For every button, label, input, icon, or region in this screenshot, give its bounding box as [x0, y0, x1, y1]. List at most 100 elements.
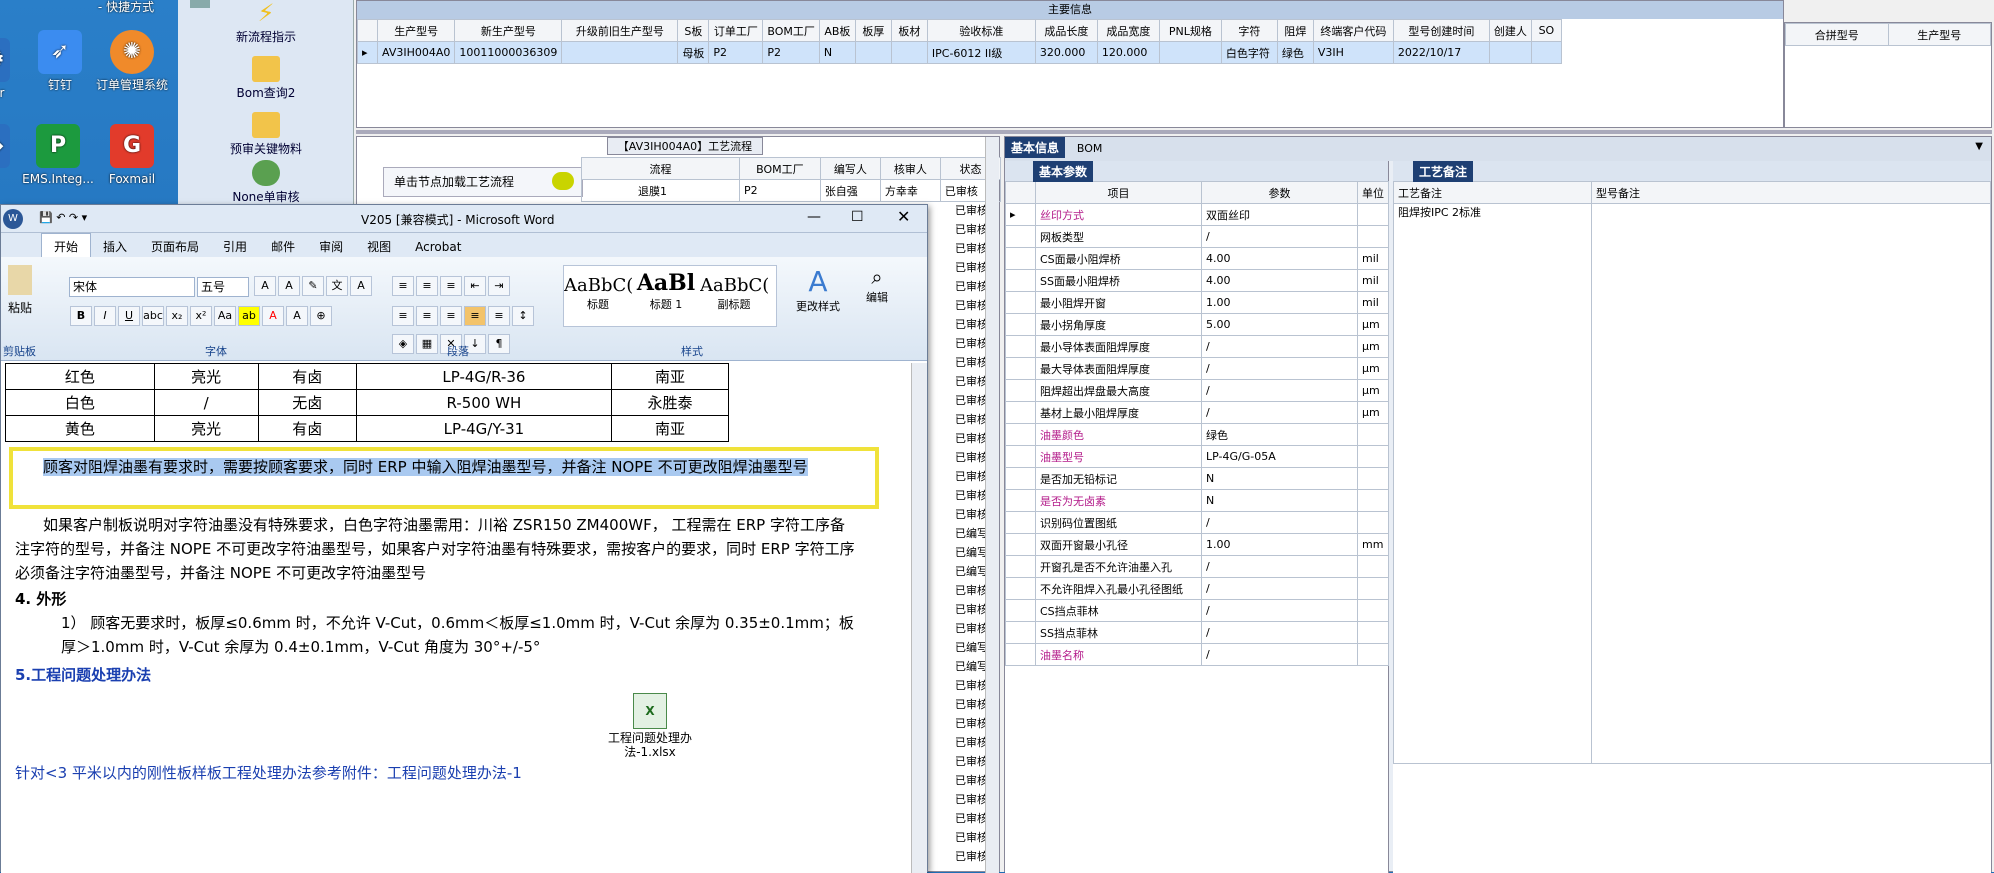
- param-value[interactable]: /: [1201, 379, 1358, 402]
- param-value[interactable]: 1.00: [1201, 291, 1358, 314]
- ribbon-tab[interactable]: 邮件: [259, 234, 307, 259]
- column-header[interactable]: 板厚: [854, 19, 892, 42]
- table-row[interactable]: 是否为无卤素 N: [1005, 489, 1389, 512]
- ribbon-tab[interactable]: Acrobat: [403, 236, 473, 258]
- table-row[interactable]: 最小拐角厚度 5.00 μm: [1005, 313, 1389, 336]
- style-item[interactable]: AaBbC(标题: [564, 271, 632, 312]
- param-value[interactable]: 绿色: [1201, 423, 1358, 446]
- grid-cell[interactable]: IPC-6012 II级: [926, 41, 1036, 64]
- close-icon[interactable]: ✕: [897, 207, 910, 226]
- desktop-icon-docker[interactable]: ⚙ ker: [0, 38, 20, 100]
- table-row[interactable]: 油墨型号 LP-4G/G-05A: [1005, 445, 1389, 468]
- change-style-button[interactable]: A 更改样式: [791, 265, 845, 314]
- table-row[interactable]: SS挡点菲林 /: [1005, 621, 1389, 644]
- paragraph-buttons[interactable]: ≡ ≡ ≡ ⇤ ⇥: [391, 275, 511, 297]
- column-header[interactable]: 终端客户代码: [1312, 19, 1394, 42]
- table-row[interactable]: 最小导体表面阻焊厚度 / μm: [1005, 335, 1389, 358]
- grid-cell[interactable]: [1158, 41, 1222, 64]
- craft-note-cell[interactable]: 阻焊按IPC 2标准: [1393, 203, 1592, 764]
- column-header[interactable]: 验收标准: [926, 19, 1036, 42]
- desktop-icon-dingtalk[interactable]: ➶ 钉钉: [20, 30, 100, 92]
- column-header[interactable]: 字符: [1220, 19, 1278, 42]
- grid-cell[interactable]: 2022/10/17: [1392, 41, 1490, 64]
- launcher-item-new-flow[interactable]: ⚡ 新流程指示: [178, 0, 354, 45]
- attachment-file[interactable]: X 工程问题处理办法-1.xlsx: [585, 693, 715, 759]
- param-value[interactable]: /: [1201, 335, 1358, 358]
- param-value[interactable]: /: [1201, 225, 1358, 248]
- style-item[interactable]: AaBbC(副标题: [700, 271, 768, 312]
- table-row[interactable]: 油墨颜色 绿色: [1005, 423, 1389, 446]
- param-value[interactable]: /: [1201, 599, 1358, 622]
- grid-cell[interactable]: [890, 41, 928, 64]
- desktop-icon-order-system[interactable]: ✺ 订单管理系统: [92, 30, 172, 92]
- grid-cell[interactable]: P2: [762, 41, 820, 64]
- param-value[interactable]: N: [1201, 489, 1358, 512]
- ribbon-tab[interactable]: 视图: [355, 234, 403, 259]
- style-item[interactable]: AaBl 标题 1: [632, 266, 700, 312]
- param-value[interactable]: 4.00: [1201, 269, 1358, 292]
- grid-cell[interactable]: [854, 41, 892, 64]
- column-header[interactable]: 板材: [890, 19, 928, 42]
- desktop-icon-ems[interactable]: P EMS.Integ...: [18, 124, 98, 186]
- column-header[interactable]: AB板: [818, 19, 856, 42]
- table-row[interactable]: SS面最小阻焊桥 4.00 mil: [1005, 269, 1389, 292]
- edit-button[interactable]: ⌕ 编辑: [857, 265, 897, 305]
- grid-cell[interactable]: [561, 41, 679, 64]
- office-button-icon[interactable]: W: [3, 209, 23, 229]
- table-row[interactable]: 是否加无铅标记 N: [1005, 467, 1389, 490]
- ribbon-tab[interactable]: 审阅: [307, 234, 355, 259]
- ribbon-tab[interactable]: 页面布局: [139, 234, 211, 259]
- dropdown-arrow-icon[interactable]: ▼: [1975, 141, 1983, 152]
- table-row[interactable]: CS面最小阻焊桥 4.00 mil: [1005, 247, 1389, 270]
- grid-cell[interactable]: N: [818, 41, 856, 64]
- tab-bom[interactable]: BOM: [1069, 142, 1111, 155]
- ribbon-tab[interactable]: 开始: [41, 233, 92, 259]
- styles-gallery[interactable]: AaBbC(标题 AaBl 标题 1 AaBbC(副标题: [563, 265, 777, 327]
- font-select[interactable]: 宋体: [69, 277, 195, 297]
- grid-cell[interactable]: 120.000: [1096, 41, 1160, 64]
- desktop-icon-foxmail[interactable]: G Foxmail: [92, 124, 172, 186]
- word-scrollbar[interactable]: [911, 363, 927, 873]
- column-header[interactable]: 型号创建时间: [1392, 19, 1490, 42]
- grid-cell[interactable]: V3IH: [1312, 41, 1394, 64]
- launcher-item-pre-review[interactable]: 预审关键物料: [178, 112, 354, 157]
- grid-cell[interactable]: 320.000: [1034, 41, 1098, 64]
- model-note-cell[interactable]: [1591, 203, 1991, 764]
- column-header[interactable]: BOM工厂: [762, 19, 820, 42]
- column-header[interactable]: 订单工厂: [708, 19, 764, 42]
- paste-button[interactable]: 粘贴: [5, 265, 35, 325]
- document-page[interactable]: 红色 亮光 有卤 LP-4G/R-36 南亚 白色 / 无卤 R-500 WH 永胜泰 黄色 亮光 有卤…: [1, 363, 911, 873]
- grid-cell[interactable]: [1488, 41, 1532, 64]
- column-header[interactable]: 生产型号: [376, 19, 456, 42]
- column-header[interactable]: 升级前旧生产型号: [561, 19, 679, 42]
- table-row[interactable]: 最大导体表面阻焊厚度 / μm: [1005, 357, 1389, 380]
- size-select[interactable]: 五号: [197, 277, 249, 297]
- grid-cell[interactable]: 绿色: [1276, 41, 1314, 64]
- launcher-item-none-review[interactable]: None单审核: [178, 160, 354, 205]
- column-header[interactable]: 成品宽度: [1096, 19, 1160, 42]
- table-row[interactable]: 阻焊超出焊盘最大高度 / μm: [1005, 379, 1389, 402]
- maximize-icon[interactable]: ☐: [851, 209, 864, 225]
- column-header[interactable]: 创建人: [1488, 19, 1532, 42]
- column-header[interactable]: 新生产型号: [454, 19, 563, 42]
- align-buttons[interactable]: ≡ ≡ ≡ ≡ ≡ ↕: [391, 305, 535, 327]
- param-value[interactable]: /: [1201, 555, 1358, 578]
- table-row[interactable]: 识别码位置图纸 /: [1005, 511, 1389, 534]
- param-value[interactable]: 1.00: [1201, 533, 1358, 556]
- subtab-basic-params[interactable]: 基本参数: [1033, 161, 1094, 182]
- grid-cell[interactable]: [1530, 41, 1562, 64]
- param-value[interactable]: 双面丝印: [1201, 203, 1358, 226]
- desktop-icon-s[interactable]: ◆ s: [0, 124, 20, 186]
- grid-cell[interactable]: 白色字符: [1220, 41, 1278, 64]
- column-header[interactable]: 成品长度: [1034, 19, 1098, 42]
- tab-craft-notes[interactable]: 工艺备注: [1413, 161, 1474, 182]
- column-header[interactable]: 阻焊: [1276, 19, 1314, 42]
- param-value[interactable]: /: [1201, 577, 1358, 600]
- ribbon-tab[interactable]: 引用: [211, 234, 259, 259]
- param-value[interactable]: N: [1201, 467, 1358, 490]
- column-header[interactable]: S板: [677, 19, 710, 42]
- table-row[interactable]: 最小阻焊开窗 1.00 mil: [1005, 291, 1389, 314]
- desktop-shortcut[interactable]: - 快捷方式: [76, 0, 176, 14]
- process-scrollbar[interactable]: [985, 137, 999, 873]
- table-row[interactable]: 不允许阻焊入孔最小孔径图纸 /: [1005, 577, 1389, 600]
